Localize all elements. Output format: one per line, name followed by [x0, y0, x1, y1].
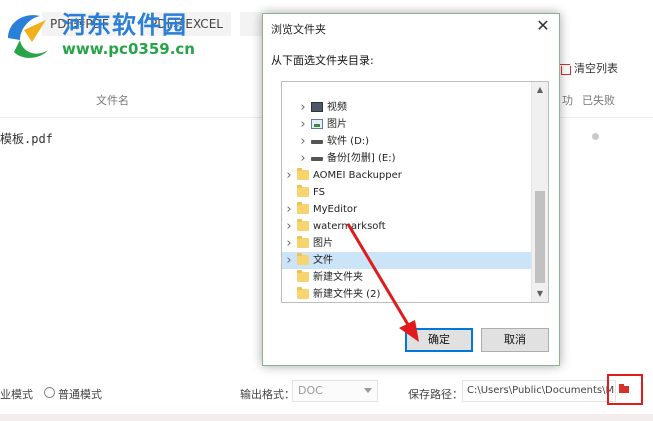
watermark-logo-icon — [8, 15, 48, 58]
folder-tree-item-label: MyEditor — [313, 204, 358, 215]
clear-list-button[interactable]: 清空列表 — [560, 60, 618, 76]
folder-tree[interactable]: › 视频 › 图片 › 软件 (D:) › 备份[勿删] (E:) › AOMEI Backupp… — [281, 81, 549, 303]
folder-icon — [297, 270, 309, 282]
chevron-right-icon — [284, 269, 294, 286]
chevron-right-icon — [284, 286, 294, 302]
dialog-prompt: 从下面选文件夹目录: — [271, 54, 374, 67]
cancel-button[interactable]: 取消 — [481, 328, 549, 352]
folder-tree-item-label: 图片 — [327, 119, 347, 130]
folder-tree-item-label: 新建文件夹 (2) — [313, 289, 381, 300]
folder-tree-item-label: 视频 — [327, 102, 347, 113]
video-icon — [311, 102, 323, 112]
chevron-right-icon[interactable]: › — [284, 235, 294, 252]
chevron-right-icon[interactable]: › — [298, 99, 308, 116]
file-row-name[interactable]: 模板.pdf — [0, 130, 53, 147]
folder-tree-item-label: 备份[勿删] (E:) — [327, 153, 396, 164]
folder-tree-item[interactable]: › 文件 — [282, 252, 532, 269]
image-icon — [311, 119, 323, 129]
column-failed: 已失败 — [582, 94, 615, 107]
folder-tree-item[interactable]: › 图片 — [282, 235, 532, 252]
folder-tree-item-label: AOMEI Backupper — [313, 170, 402, 181]
trash-icon — [560, 63, 571, 75]
save-path-label: 保存路径： — [408, 388, 463, 401]
close-icon[interactable]: ✕ — [535, 18, 551, 34]
output-format-value: DOC — [298, 384, 323, 397]
folder-tree-item[interactable]: 新建文件夹 — [282, 269, 532, 286]
tab-more[interactable] — [240, 12, 262, 36]
column-success: 功 — [562, 94, 573, 107]
scroll-thumb[interactable] — [535, 191, 545, 283]
normal-mode-label[interactable]: 普通模式 — [58, 386, 102, 402]
clear-list-label: 清空列表 — [574, 62, 618, 75]
folder-tree-item-label: 文件 — [313, 252, 336, 269]
chevron-right-icon — [284, 184, 294, 201]
chevron-right-icon[interactable]: › — [284, 218, 294, 235]
drive-icon — [311, 157, 323, 161]
folder-tree-item[interactable]: › MyEditor — [282, 201, 532, 218]
folder-tree-item[interactable]: › 图片 — [282, 116, 532, 133]
browse-folder-dialog: 浏览文件夹 ✕ 从下面选文件夹目录: › 视频 › 图片 › 软件 (D:) › 备份[勿删]… — [262, 13, 560, 366]
folder-icon — [297, 219, 309, 231]
folder-tree-item[interactable]: FS — [282, 184, 532, 201]
folder-tree-item-label: FS — [313, 187, 325, 198]
folder-icon — [297, 185, 309, 197]
annotation-highlight-box — [607, 374, 643, 405]
drive-icon — [311, 140, 323, 144]
watermark-url: www.pc0359.cn — [62, 40, 195, 58]
dialog-titlebar: 浏览文件夹 ✕ — [263, 14, 559, 42]
scroll-down-arrow-icon[interactable]: ▼ — [532, 286, 548, 302]
folder-tree-item-label: 软件 (D:) — [327, 136, 370, 147]
watermark-title: 河东软件园 — [62, 10, 187, 39]
bottom-strip — [0, 414, 653, 421]
output-format-select[interactable]: DOC — [292, 380, 378, 402]
folder-tree-item[interactable]: 新建文件夹 (2) — [282, 286, 532, 302]
folder-tree-item-label: 图片 — [313, 238, 333, 249]
folder-icon — [297, 202, 309, 214]
folder-tree-item[interactable]: › 备份[勿删] (E:) — [282, 150, 532, 167]
chevron-down-icon — [364, 388, 372, 393]
file-status-dot — [592, 133, 599, 140]
folder-icon — [297, 287, 309, 299]
folder-tree-item[interactable]: › 视频 — [282, 99, 532, 116]
chevron-right-icon[interactable]: › — [284, 201, 294, 218]
folder-tree-item-label: 新建文件夹 — [313, 272, 363, 283]
chevron-right-icon[interactable]: › — [284, 167, 294, 184]
chevron-right-icon[interactable]: › — [284, 252, 294, 269]
folder-icon — [297, 253, 309, 265]
normal-mode-radio[interactable] — [44, 387, 55, 398]
folder-tree-item-label: watermarksoft — [313, 221, 386, 232]
chevron-right-icon[interactable]: › — [298, 133, 308, 150]
folder-icon — [297, 236, 309, 248]
folder-icon — [297, 168, 309, 180]
folder-tree-item[interactable]: › 软件 (D:) — [282, 133, 532, 150]
save-path-input[interactable]: C:\Users\Public\Documents\Mini — [462, 380, 616, 402]
scroll-up-arrow-icon[interactable]: ▲ — [532, 82, 548, 98]
tree-scrollbar[interactable]: ▲ ▼ — [531, 82, 548, 302]
chevron-right-icon[interactable]: › — [298, 150, 308, 167]
folder-tree-item[interactable]: › AOMEI Backupper — [282, 167, 532, 184]
ok-button[interactable]: 确定 — [405, 328, 473, 352]
chevron-right-icon[interactable]: › — [298, 116, 308, 133]
folder-tree-item[interactable]: › watermarksoft — [282, 218, 532, 235]
output-format-label: 输出格式： — [240, 388, 295, 401]
dialog-title: 浏览文件夹 — [271, 23, 326, 36]
fast-mode-label[interactable]: 业模式 — [0, 386, 33, 402]
column-file-name: 文件名 — [96, 94, 129, 107]
